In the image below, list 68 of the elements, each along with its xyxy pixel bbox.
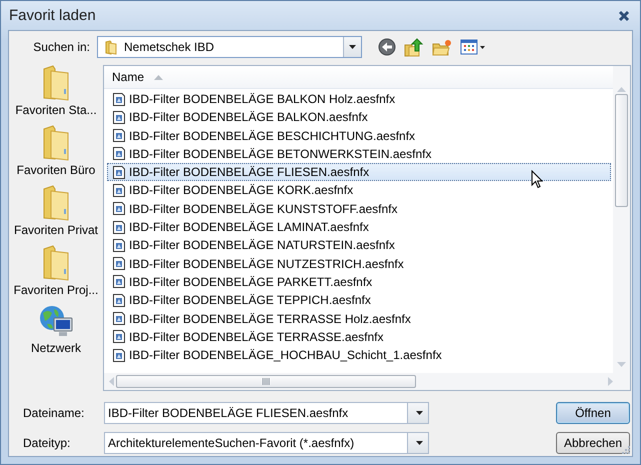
vertical-scrollbar[interactable] xyxy=(613,66,630,373)
name-column-header[interactable]: Name xyxy=(112,70,144,84)
cancel-button[interactable]: Abbrechen xyxy=(556,432,630,454)
folder-icon xyxy=(41,125,71,161)
file-row[interactable]: IBD-Filter BODENBELÄGE BALKON Holz.aesfnfx xyxy=(107,90,611,108)
close-icon[interactable] xyxy=(618,10,630,22)
cursor-icon xyxy=(531,170,543,189)
file-row[interactable]: IBD-Filter BODENBELÄGE TERRASSE Holz.aesfnfx xyxy=(107,310,611,328)
view-menu-icon[interactable] xyxy=(460,39,486,55)
file-icon xyxy=(112,238,126,253)
file-icon xyxy=(112,128,126,144)
file-icon xyxy=(112,110,126,125)
file-row[interactable]: IBD-Filter BODENBELÄGE PARKETT.aesfnfx xyxy=(107,272,611,291)
up-folder-icon[interactable] xyxy=(404,38,424,56)
scroll-down-icon[interactable] xyxy=(617,362,626,367)
file-row[interactable]: IBD-Filter BODENBELÄGE BESCHICHTUNG.aesfnfx xyxy=(107,126,611,145)
place-item[interactable]: Favoriten Sta... xyxy=(15,103,97,117)
place-item[interactable]: Favoriten Proj... xyxy=(14,283,98,297)
file-type-dropdown[interactable]: ArchitekturelementeSuchen-Favorit (*.aesfnfx) xyxy=(104,432,429,454)
look-in-label: Suchen in: xyxy=(32,40,91,54)
file-row[interactable]: IBD-Filter BODENBELÄGE TEPPICH.aesfnfx xyxy=(107,291,611,310)
file-type-label: Dateityp: xyxy=(22,436,72,450)
scrollbar-thumb[interactable] xyxy=(615,94,628,207)
network-icon xyxy=(38,305,74,339)
folder-icon xyxy=(41,65,71,101)
file-icon xyxy=(112,256,126,272)
file-row[interactable]: IBD-Filter BODENBELÄGE KUNSTSTOFF.aesfnfx xyxy=(107,200,611,218)
folder-icon xyxy=(41,185,71,221)
caret-icon xyxy=(416,441,423,445)
file-row[interactable]: IBD-Filter BODENBELÄGE FLIESEN.aesfnfx xyxy=(107,163,611,182)
resize-grip-icon[interactable] xyxy=(620,444,630,454)
folder-icon xyxy=(41,245,71,281)
window-title: Favorit laden xyxy=(9,7,96,24)
file-row[interactable]: IBD-Filter BODENBELÄGE TERRASSE.aesfnfx xyxy=(107,328,611,346)
file-row[interactable]: IBD-Filter BODENBELÄGE NATURSTEIN.aesfnfx xyxy=(107,236,611,254)
file-icon xyxy=(112,311,126,326)
caret-icon xyxy=(349,45,356,49)
file-icon xyxy=(112,274,126,290)
file-icon xyxy=(112,348,126,363)
file-icon xyxy=(112,201,126,216)
scroll-left-icon[interactable] xyxy=(109,377,114,386)
file-row[interactable]: IBD-Filter BODENBELÄGE BETONWERKSTEIN.aesfnfx xyxy=(107,144,611,163)
file-icon xyxy=(112,292,126,308)
horizontal-scrollbar[interactable] xyxy=(104,373,613,390)
file-icon xyxy=(112,220,126,235)
folder-icon xyxy=(104,40,118,54)
place-item[interactable]: Netzwerk xyxy=(30,341,81,355)
open-button[interactable]: Öffnen xyxy=(556,402,630,424)
place-item[interactable]: Favoriten Privat xyxy=(14,223,98,237)
look-in-dropdown[interactable]: Nemetschek IBD xyxy=(97,36,362,58)
file-icon xyxy=(112,164,126,180)
file-row[interactable]: IBD-Filter BODENBELÄGE NUTZESTRICH.aesfnfx xyxy=(107,254,611,273)
file-row[interactable]: IBD-Filter BODENBELÄGE KORK.aesfnfx xyxy=(107,181,611,200)
file-icon xyxy=(112,146,126,162)
file-icon xyxy=(112,182,126,198)
caret-icon xyxy=(416,411,423,415)
new-folder-icon[interactable] xyxy=(432,38,452,56)
place-item[interactable]: Favoriten Büro xyxy=(16,163,96,177)
back-icon[interactable] xyxy=(378,38,396,56)
file-icon xyxy=(112,329,126,344)
scrollbar-thumb[interactable] xyxy=(116,375,416,388)
file-row[interactable]: IBD-Filter BODENBELÄGE_HOCHBAU_Schicht_1.aesfnfx xyxy=(107,346,611,364)
file-row[interactable]: IBD-Filter BODENBELÄGE LAMINAT.aesfnfx xyxy=(107,218,611,236)
file-name-label: Dateiname: xyxy=(22,406,86,420)
file-name-dropdown[interactable]: IBD-Filter BODENBELÄGE FLIESEN.aesfnfx xyxy=(104,402,429,424)
scroll-up-icon[interactable] xyxy=(617,87,626,92)
file-row[interactable]: IBD-Filter BODENBELÄGE BALKON.aesfnfx xyxy=(107,108,611,126)
file-icon xyxy=(112,92,126,106)
